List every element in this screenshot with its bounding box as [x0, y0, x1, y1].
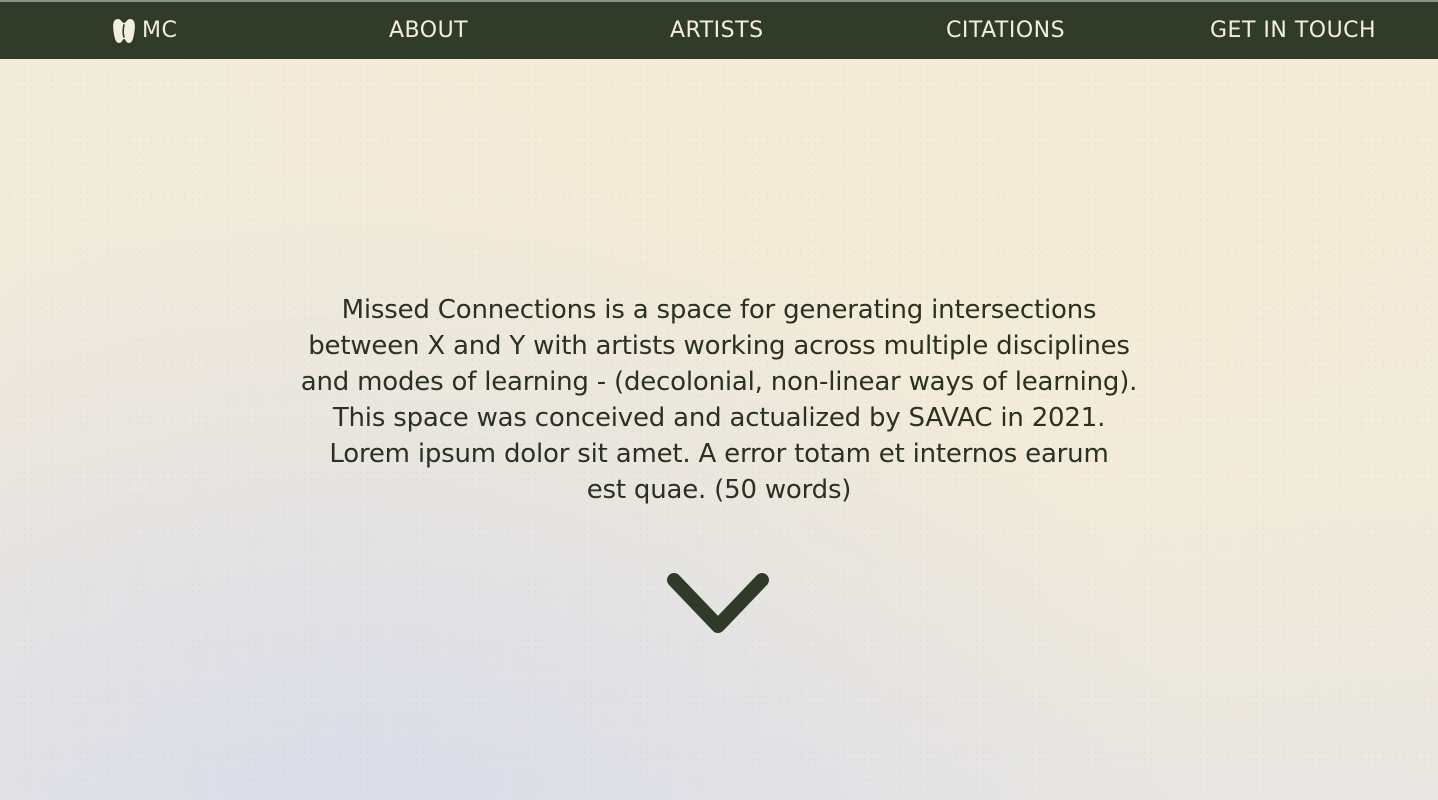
intro-line: est quae. (50 words): [586, 475, 852, 505]
intro-line: and modes of learning - (decolonial, non…: [300, 367, 1138, 397]
intro-line: Lorem ipsum dolor sit amet. A error tota…: [329, 439, 1109, 469]
scroll-down-button[interactable]: [662, 568, 774, 638]
nav-link-artists[interactable]: ARTISTS: [670, 2, 764, 59]
intro-line: Missed Connections is a space for genera…: [341, 295, 1097, 325]
mc-logo-icon: [113, 18, 135, 43]
nav-link-get-in-touch[interactable]: GET IN TOUCH: [1210, 2, 1376, 59]
intro-line: This space was conceived and actualized …: [332, 403, 1106, 433]
home-link[interactable]: MC: [112, 2, 177, 59]
nav-link-citations[interactable]: CITATIONS: [946, 2, 1065, 59]
home-link-label: MC: [142, 18, 178, 43]
top-navigation-bar: MC ABOUT ARTISTS CITATIONS GET IN TOUCH: [0, 0, 1438, 59]
intro-text: Missed Connections is a space for genera…: [270, 292, 1168, 508]
chevron-down-icon: [667, 573, 769, 633]
nav-link-about[interactable]: ABOUT: [389, 2, 468, 59]
intro-line: between X and Y with artists working acr…: [308, 331, 1130, 361]
